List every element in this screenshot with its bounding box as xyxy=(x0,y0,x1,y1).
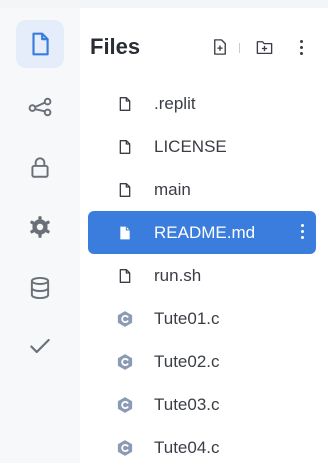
lock-icon xyxy=(31,157,49,178)
top-strip xyxy=(0,0,328,8)
c-file-icon xyxy=(116,309,134,329)
file-outline-icon xyxy=(116,180,134,200)
rail-version-control-button[interactable] xyxy=(16,83,64,131)
file-row[interactable]: LICENSE xyxy=(88,125,316,168)
file-name: run.sh xyxy=(154,266,202,285)
c-file-icon xyxy=(116,395,134,415)
file-row[interactable]: README.md xyxy=(88,211,316,254)
more-options-icon xyxy=(301,224,304,239)
file-row[interactable]: main xyxy=(88,168,316,211)
file-row[interactable]: Tute01.c xyxy=(88,297,316,340)
file-row[interactable]: run.sh xyxy=(88,254,316,297)
more-options-button[interactable] xyxy=(291,37,311,57)
rail-files-button[interactable] xyxy=(16,20,64,68)
file-name: Tute04.c xyxy=(154,438,220,457)
checkmark-icon xyxy=(30,338,50,354)
c-file-icon xyxy=(116,352,134,372)
add-file-icon xyxy=(214,39,226,55)
file-row[interactable]: .replit xyxy=(88,82,316,125)
file-name: Tute02.c xyxy=(154,352,220,371)
rail-settings-button[interactable] xyxy=(16,203,64,251)
file-name: Tute03.c xyxy=(154,395,220,414)
file-outline-icon xyxy=(116,266,134,286)
file-row[interactable]: Tute03.c xyxy=(88,383,316,426)
file-filled-icon xyxy=(116,223,134,243)
more-options-icon xyxy=(299,39,303,55)
share-icon xyxy=(28,97,52,117)
files-header: Files xyxy=(90,30,320,70)
file-icon xyxy=(32,32,49,56)
database-icon xyxy=(30,276,50,300)
rail-database-button[interactable] xyxy=(16,264,64,312)
file-outline-icon xyxy=(116,94,134,114)
header-divider xyxy=(239,43,240,53)
files-panel-title: Files xyxy=(90,34,141,59)
c-file-icon xyxy=(116,438,134,458)
file-name: main xyxy=(154,180,191,199)
add-file-button[interactable] xyxy=(210,37,230,57)
file-name: README.md xyxy=(154,223,256,242)
file-name: .replit xyxy=(154,94,196,113)
file-name: LICENSE xyxy=(154,137,227,156)
file-name: Tute01.c xyxy=(154,309,220,328)
add-folder-button[interactable] xyxy=(254,37,274,57)
gear-icon xyxy=(30,216,50,238)
rail-secrets-button[interactable] xyxy=(16,143,64,191)
add-folder-icon xyxy=(256,41,272,55)
file-outline-icon xyxy=(116,137,134,157)
rail-unit-tests-button[interactable] xyxy=(16,322,64,370)
file-tree: .replit LICENSE main README.md run.sh Tute01.… xyxy=(88,82,316,469)
file-row[interactable]: Tute02.c xyxy=(88,340,316,383)
file-options-button[interactable] xyxy=(301,224,304,239)
